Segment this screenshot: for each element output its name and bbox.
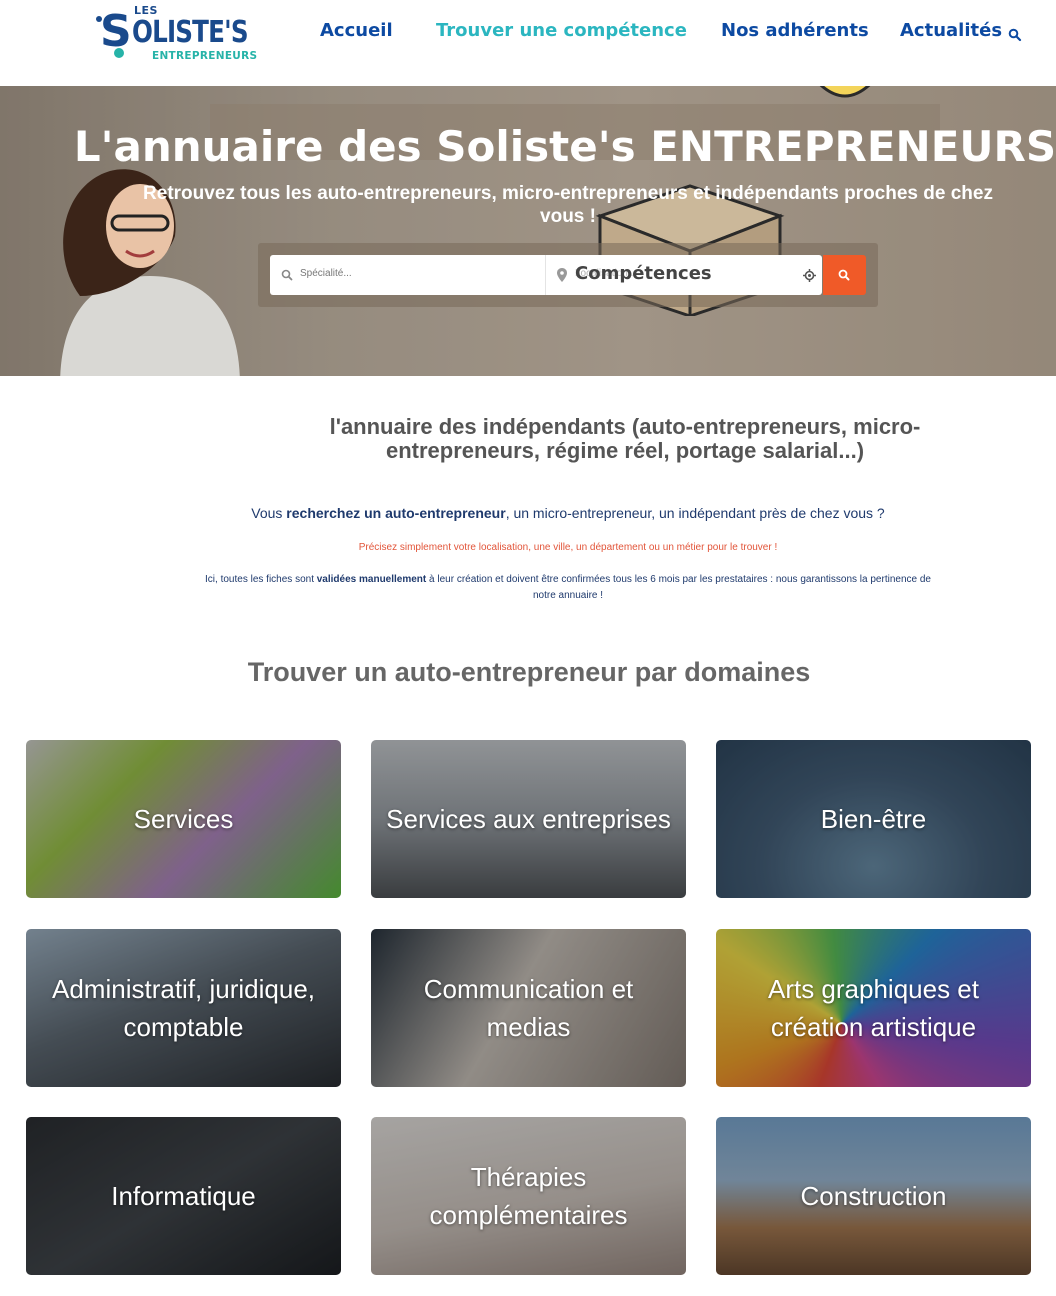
search-icon [838, 269, 850, 281]
location-input[interactable]: Localisation... Compétences [547, 255, 822, 295]
competences-overlay-label: Compétences [575, 263, 712, 284]
domain-card-administratif[interactable]: Administratif, juridique, comptable [26, 929, 341, 1087]
domains-heading: Trouver un auto-entrepreneur par domaine… [247, 657, 811, 687]
nav-actualites[interactable]: Actualités [900, 20, 1002, 44]
logo-s: S [100, 6, 132, 57]
specialty-placeholder: Spécialité... [300, 268, 352, 279]
intro-validation-note: Ici, toutes les fiches sont validées man… [200, 572, 936, 604]
site-logo[interactable]: LES S OLISTE'S ENTREPRENEURS [96, 4, 257, 66]
domain-card-construction[interactable]: Construction [716, 1117, 1031, 1275]
search-icon[interactable] [1008, 28, 1022, 42]
intro-small-start: Ici, toutes les fiches sont [205, 574, 317, 585]
domain-card-label: Informatique [111, 1181, 256, 1211]
location-pin-icon [557, 268, 567, 282]
locate-me-icon[interactable] [803, 269, 816, 282]
search-icon [281, 269, 293, 281]
intro-question-bold: recherchez un auto-entrepreneur [286, 505, 506, 521]
logo-dot-teal [114, 48, 124, 58]
domain-card-label: Services aux entreprises [386, 804, 671, 834]
hero-search-form: Spécialité... Localisation... Compétence… [258, 243, 878, 307]
domain-card-therapies[interactable]: Thérapies complémentaires [371, 1117, 686, 1275]
intro-question: Vous recherchez un auto-entrepreneur, un… [0, 505, 1056, 521]
domain-card-services-entreprises[interactable]: Services aux entreprises [371, 740, 686, 898]
hero-bulb-illustration [819, 86, 871, 98]
hero-woman-illustration [60, 169, 240, 376]
search-submit-button[interactable] [823, 255, 866, 295]
domain-card-label: Services [133, 804, 234, 834]
site-header: LES S OLISTE'S ENTREPRENEURS Accueil Tro… [0, 0, 1056, 86]
intro-question-start: Vous [251, 505, 287, 521]
domain-card-services[interactable]: Services [26, 740, 341, 898]
intro-question-end: , un micro-entrepreneur, un indépendant … [505, 505, 885, 521]
intro-small-bold: validées manuellement [316, 574, 427, 585]
domain-card-label: Construction [800, 1181, 947, 1211]
hero-subtitle: Retrouvez tous les auto-entrepreneurs, m… [143, 183, 993, 227]
specialty-input[interactable]: Spécialité... [270, 255, 546, 295]
nav-nos-adherents[interactable]: Nos adhérents [721, 20, 869, 44]
logo-entrepreneurs: ENTREPRENEURS [152, 50, 258, 62]
intro-red-note: Précisez simplement votre localisation, … [358, 542, 778, 553]
hero-title: L'annuaire des Soliste's ENTREPRENEURS [73, 122, 1056, 171]
domain-card-label: Communication et medias [423, 974, 634, 1042]
nav-trouver-competence[interactable]: Trouver une compétence [436, 20, 687, 44]
intro-heading: l'annuaire des indépendants (auto-entrep… [329, 414, 921, 463]
search-box: Spécialité... Localisation... Compétence… [270, 255, 822, 295]
nav-accueil[interactable]: Accueil [320, 20, 393, 44]
domain-card-informatique[interactable]: Informatique [26, 1117, 341, 1275]
domain-card-label: Administratif, juridique, comptable [52, 974, 315, 1042]
domain-card-arts-graphiques[interactable]: Arts graphiques et création artistique [716, 929, 1031, 1087]
domain-card-bien-etre[interactable]: Bien-être [716, 740, 1031, 898]
domain-card-label: Arts graphiques et création artistique [767, 974, 979, 1042]
domain-card-label: Thérapies complémentaires [429, 1162, 628, 1230]
hero-banner: L'annuaire des Soliste's ENTREPRENEURS R… [0, 86, 1056, 376]
intro-small-end: à leur création et doivent être confirmé… [426, 574, 931, 601]
domain-card-label: Bien-être [820, 804, 927, 834]
domain-card-communication[interactable]: Communication et medias [371, 929, 686, 1087]
logo-olistes: OLISTE'S [132, 15, 249, 50]
